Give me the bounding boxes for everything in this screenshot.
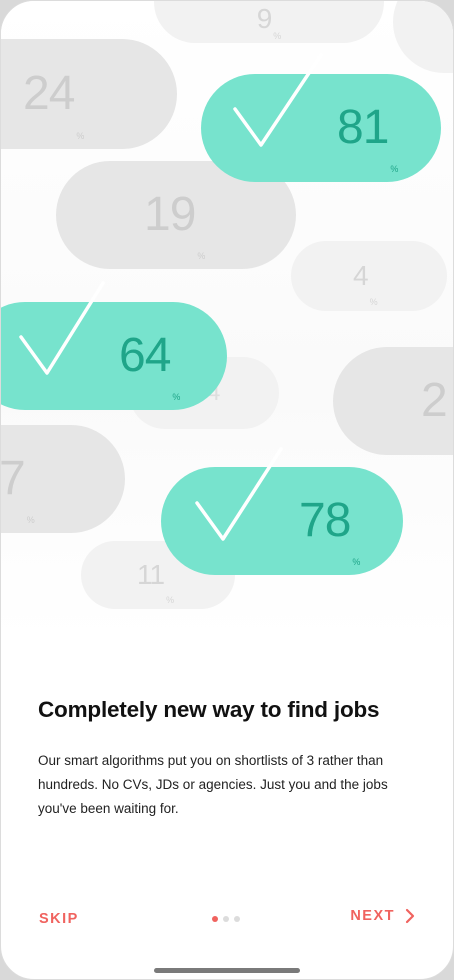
next-button[interactable]: NEXT — [350, 908, 415, 924]
onboarding-content: Completely new way to find jobs Our smar… — [38, 697, 418, 821]
checkmark-icon — [19, 281, 105, 375]
page-dot-3 — [234, 916, 240, 922]
gray-pill: 4 % — [291, 241, 447, 311]
checkmark-icon — [233, 53, 323, 147]
gray-pill: 24 % — [1, 39, 177, 149]
gray-pill: 7 % — [1, 425, 125, 533]
gray-pill: 9 % — [154, 1, 384, 43]
skip-button[interactable]: SKIP — [39, 911, 79, 927]
chevron-right-icon — [405, 908, 415, 924]
page-indicator — [212, 916, 240, 922]
onboarding-screen: 9 % 24 % 19 % 4 % 4 2 7 % 11 % 81 % 64 %… — [0, 0, 454, 980]
page-description: Our smart algorithms put you on shortlis… — [38, 753, 388, 816]
onboarding-footer: SKIP NEXT — [1, 901, 453, 941]
page-title: Completely new way to find jobs — [38, 697, 380, 722]
gray-pill: 2 — [333, 347, 453, 455]
checkmark-icon — [195, 447, 283, 541]
home-indicator[interactable] — [154, 968, 300, 973]
next-label: NEXT — [350, 908, 395, 924]
page-dot-1 — [212, 916, 218, 922]
page-dot-2 — [223, 916, 229, 922]
match-illustration: 9 % 24 % 19 % 4 % 4 2 7 % 11 % 81 % 64 %… — [1, 1, 453, 641]
gray-pill — [393, 1, 453, 73]
